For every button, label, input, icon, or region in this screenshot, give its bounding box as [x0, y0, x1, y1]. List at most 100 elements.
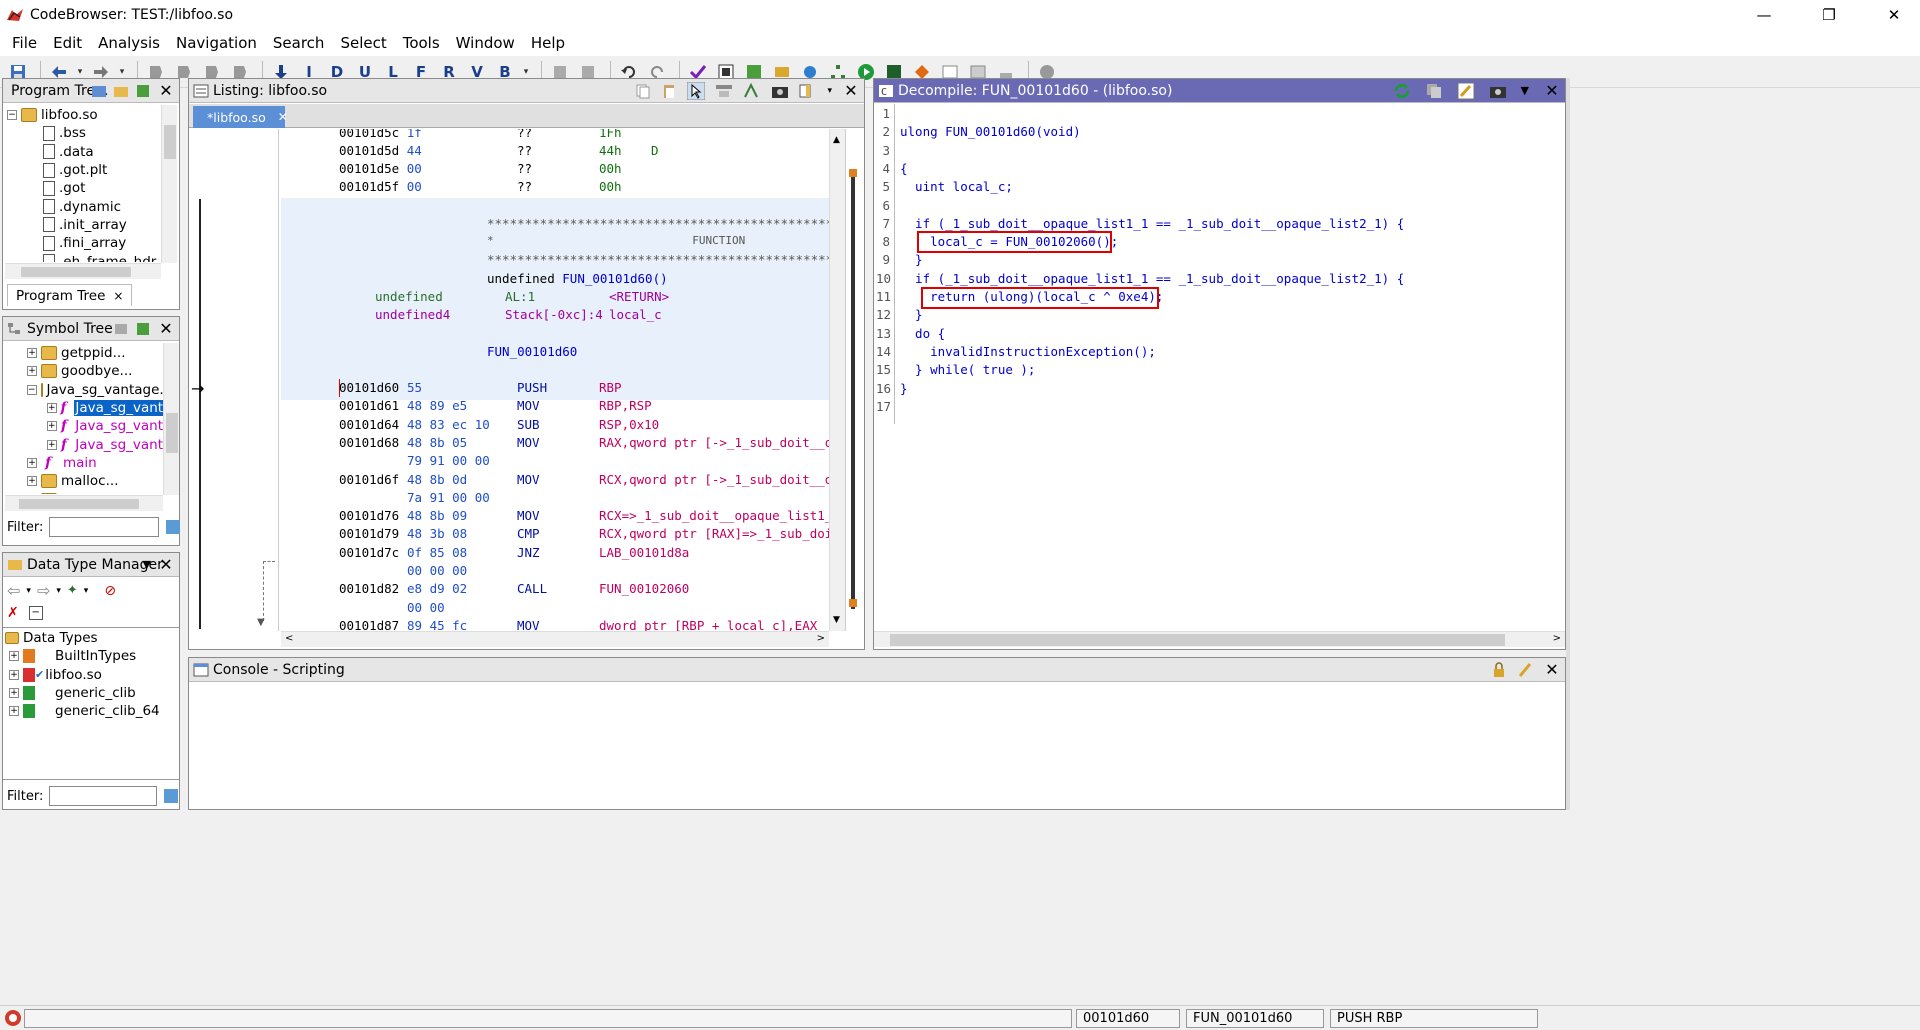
maximize-button[interactable]: ❐	[1803, 0, 1855, 30]
decompile-menu-icon[interactable]: ▼	[1521, 84, 1529, 97]
forward-arrow-icon[interactable]: ⇨	[37, 581, 50, 600]
instr-operand[interactable]: RCX,qword ptr [->_1_sub_doit__op	[599, 472, 829, 490]
instr-bytes[interactable]: 00 00 00	[407, 563, 467, 581]
instr-address[interactable]: 00101d76	[339, 508, 399, 526]
decompile-line[interactable]: 9 }	[876, 252, 922, 270]
instr-operand[interactable]: RSP,0x10	[599, 417, 659, 435]
tree-item[interactable]: .init_array	[7, 216, 159, 234]
dtm-item-builtin[interactable]: + BuiltInTypes	[5, 647, 175, 665]
symbol-filter-input[interactable]	[49, 517, 160, 537]
menu-help[interactable]: Help	[523, 34, 573, 52]
instr-bytes[interactable]: 00 00	[407, 600, 445, 618]
instr-mnemonic[interactable]: CALL	[517, 581, 547, 599]
instr-bytes[interactable]: 48 8b 05	[407, 435, 467, 453]
tab-libfoo[interactable]: *libfoo.so ✕	[193, 106, 288, 128]
dtm-menu-icon[interactable]: ▼	[143, 558, 151, 571]
console-output[interactable]	[189, 683, 1565, 809]
tab-close-icon[interactable]: ×	[113, 289, 123, 303]
filter-options-icon[interactable]	[165, 519, 181, 535]
snapshot-icon[interactable]	[771, 83, 789, 99]
dtm-root[interactable]: Data Types	[5, 629, 175, 647]
new-category-icon[interactable]: ✦	[67, 583, 78, 598]
instr-mnemonic[interactable]: MOV	[517, 508, 540, 526]
instr-operand[interactable]: dword ptr [RBP + local_c],EAX	[599, 618, 817, 631]
decompile-line[interactable]: 12 }	[876, 307, 923, 325]
listing-close-icon[interactable]: ✕	[842, 81, 860, 100]
instr-bytes[interactable]: 48 83 ec 10	[407, 417, 490, 435]
decompile-line[interactable]: 3	[876, 143, 900, 161]
refresh-icon[interactable]	[1393, 82, 1411, 100]
instr-bytes[interactable]: 48 8b 0d	[407, 472, 467, 490]
instr-address[interactable]: 00101d87	[339, 618, 399, 631]
layout-icon[interactable]	[799, 83, 817, 99]
instr-address[interactable]: 00101d82	[339, 581, 399, 599]
instr-address[interactable]: 00101d60	[339, 380, 399, 398]
symbol-tree-vscroll[interactable]	[163, 343, 179, 495]
listing-row[interactable]: 00101d5c 1f	[339, 129, 422, 143]
symbol-tree-close-icon[interactable]: ✕	[157, 319, 175, 338]
create-folder-icon[interactable]	[91, 83, 107, 99]
tree-item[interactable]: .eh_frame_hdr	[7, 252, 159, 262]
instr-address[interactable]: 00101d64	[339, 417, 399, 435]
menu-search[interactable]: Search	[265, 34, 333, 52]
dtm-item-libfoo[interactable]: + ✔ libfoo.so	[5, 666, 175, 684]
instr-address[interactable]: 00101d79	[339, 526, 399, 544]
dtm-close-icon[interactable]: ✕	[157, 555, 175, 574]
tree-item[interactable]: .data	[7, 143, 159, 161]
instr-operand[interactable]: RCX,qword ptr [RAX]=>_1_sub_doit	[599, 526, 829, 544]
menu-edit[interactable]: Edit	[45, 34, 90, 52]
instr-operand[interactable]: RBP	[599, 380, 622, 398]
tree-item[interactable]: .fini_array	[7, 234, 159, 252]
back-arrow-icon[interactable]: ⇦	[7, 581, 20, 600]
layout-dropdown-icon[interactable]: ▾	[827, 86, 832, 96]
instr-mnemonic[interactable]: MOV	[517, 398, 540, 416]
program-tree-close-icon[interactable]: ✕	[157, 81, 175, 100]
menu-window[interactable]: Window	[448, 34, 523, 52]
copy-icon[interactable]	[635, 83, 651, 99]
instr-operand[interactable]: RCX=>_1_sub_doit__opaque_list1_1	[599, 508, 829, 526]
decompile-close-icon[interactable]: ✕	[1543, 81, 1561, 100]
decompile-code-view[interactable]: 1 2 ulong FUN_00101d60(void) 3 4{5 uint loca…	[874, 104, 1565, 631]
tree-item[interactable]: .bss	[7, 124, 159, 142]
instr-mnemonic[interactable]: SUB	[517, 417, 540, 435]
listing-row[interactable]: 00101d5d 44	[339, 143, 422, 161]
menu-navigation[interactable]: Navigation	[168, 34, 265, 52]
instr-bytes[interactable]: 48 3b 08	[407, 526, 467, 544]
dtm-item-generic-clib-64[interactable]: + generic_clib_64	[5, 702, 175, 720]
program-tree-vscroll[interactable]	[161, 105, 177, 263]
instr-operand[interactable]: LAB_00101d8a	[599, 545, 689, 563]
listing-row[interactable]: 00101d5f 00	[339, 179, 422, 197]
symbol-folder-getppid[interactable]: + getppid...	[7, 344, 163, 362]
symbol-function[interactable]: + f Java_sg_vant	[7, 435, 163, 453]
menu-select[interactable]: Select	[332, 34, 394, 52]
menu-tools[interactable]: Tools	[395, 34, 448, 52]
decompile-line[interactable]: 4{	[876, 161, 907, 179]
program-tree-hscroll[interactable]	[5, 263, 161, 279]
instr-bytes[interactable]: 0f 85 08	[407, 545, 467, 563]
decompile-line[interactable]: 14 invalidInstructionException();	[876, 344, 1156, 362]
tree-item[interactable]: .got	[7, 179, 159, 197]
instr-address[interactable]: 00101d68	[339, 435, 399, 453]
diff-view-icon[interactable]	[743, 82, 761, 99]
listing-hscroll[interactable]: < >	[281, 631, 829, 647]
decompile-line[interactable]: 13 do {	[876, 326, 945, 344]
export-icon[interactable]	[135, 321, 151, 337]
listing-code-view[interactable]: 00101d5c 1f ?? 1Fh 00101d5d 44 ?? 44h D …	[281, 129, 829, 631]
decompile-hscroll[interactable]: >	[874, 631, 1565, 647]
decompile-line[interactable]: 17	[876, 399, 900, 417]
symbol-folder-malloc[interactable]: + malloc...	[7, 472, 163, 490]
dtm-filter-input[interactable]	[49, 786, 158, 806]
collapse-icon[interactable]: −	[7, 110, 17, 121]
paste-icon[interactable]	[661, 83, 677, 99]
instr-address[interactable]: 00101d6f	[339, 472, 399, 490]
symbol-tree-hscroll[interactable]	[5, 495, 163, 511]
instr-operand[interactable]: RAX,qword ptr [->_1_sub_doit__op	[599, 435, 829, 453]
instr-mnemonic[interactable]: MOV	[517, 618, 540, 631]
dtm-item-generic-clib[interactable]: + generic_clib	[5, 684, 175, 702]
listing-row[interactable]: 00101d5e 00	[339, 161, 422, 179]
instr-bytes[interactable]: 48 8b 09	[407, 508, 467, 526]
listing-vscroll[interactable]: ▲ ▼	[829, 129, 845, 631]
cursor-icon[interactable]	[687, 81, 706, 100]
tab-program-tree[interactable]: Program Tree ×	[7, 284, 133, 306]
instr-mnemonic[interactable]: JNZ	[517, 545, 540, 563]
